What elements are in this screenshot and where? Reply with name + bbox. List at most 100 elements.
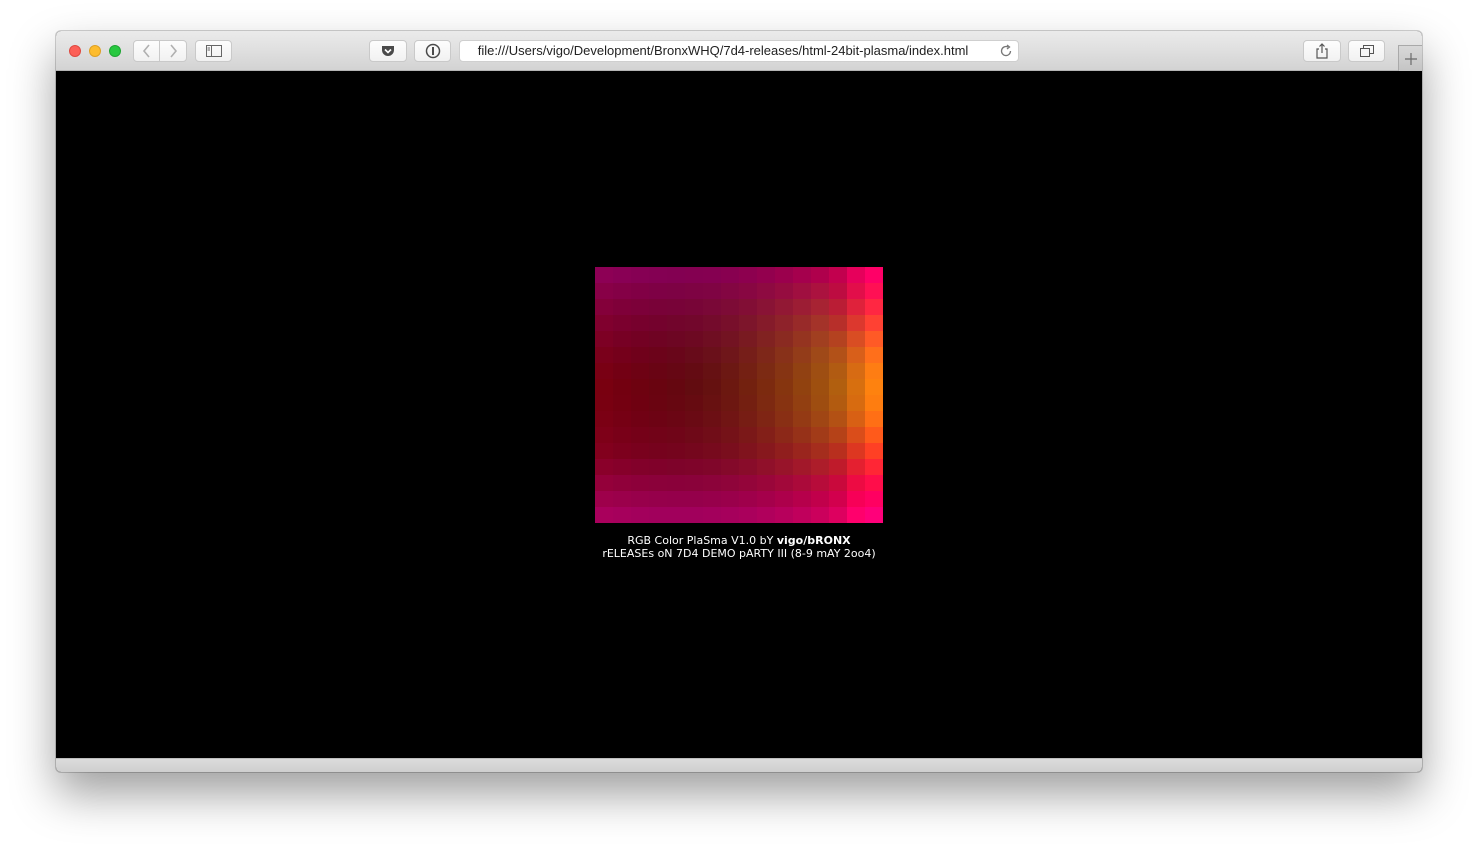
plasma-cell [613, 331, 632, 348]
plasma-cell [613, 379, 632, 396]
page-content: RGB Color PlaSma V1.0 bY vigo/bRONX rELE… [56, 71, 1422, 758]
plasma-cell [595, 267, 614, 284]
plasma-cell [829, 283, 848, 300]
plasma-cell [631, 475, 650, 492]
plasma-cell [667, 315, 686, 332]
reload-icon[interactable] [998, 43, 1014, 59]
plasma-cell [775, 363, 794, 380]
plasma-cell [775, 331, 794, 348]
plasma-cell [667, 347, 686, 364]
plasma-cell [793, 427, 812, 444]
plasma-cell [721, 443, 740, 460]
sidebar-button[interactable] [195, 40, 232, 62]
plasma-cell [811, 315, 830, 332]
plasma-cell [865, 283, 883, 300]
plasma-cell [811, 299, 830, 316]
plasma-cell [829, 363, 848, 380]
plasma-cell [667, 267, 686, 284]
chevron-right-icon [170, 44, 178, 58]
plasma-cell [865, 507, 883, 523]
plasma-cell [775, 267, 794, 284]
plasma-cell [757, 379, 776, 396]
plasma-cell [703, 443, 722, 460]
plasma-cell [703, 331, 722, 348]
plasma-cell [811, 347, 830, 364]
plasma-cell [631, 427, 650, 444]
plasma-cell [865, 475, 883, 492]
zoom-window-button[interactable] [109, 45, 121, 57]
plasma-cell [631, 443, 650, 460]
plasma-cell [865, 315, 883, 332]
plasma-cell [847, 443, 866, 460]
plasma-cell [667, 411, 686, 428]
plasma-cell [685, 283, 704, 300]
address-bar[interactable]: file:///Users/vigo/Development/BronxWHQ/… [459, 40, 1019, 62]
plasma-cell [613, 363, 632, 380]
plasma-cell [721, 459, 740, 476]
plasma-cell [631, 363, 650, 380]
plasma-cell [811, 475, 830, 492]
plasma-cell [631, 459, 650, 476]
plasma-cell [595, 443, 614, 460]
plasma-cell [829, 491, 848, 508]
plasma-cell [613, 283, 632, 300]
plasma-cell [595, 507, 614, 523]
plus-icon [1404, 52, 1417, 65]
share-button[interactable] [1303, 40, 1341, 62]
plasma-cell [757, 299, 776, 316]
plasma-cell [595, 491, 614, 508]
plasma-cell [631, 267, 650, 284]
plasma-cell [685, 491, 704, 508]
plasma-cell [703, 395, 722, 412]
pocket-button[interactable] [369, 40, 407, 62]
plasma-cell [667, 443, 686, 460]
plasma-cell [775, 395, 794, 412]
plasma-cell [847, 427, 866, 444]
plasma-cell [613, 459, 632, 476]
reader-info-button[interactable] [414, 40, 451, 62]
plasma-cell [793, 283, 812, 300]
plasma-cell [793, 347, 812, 364]
plasma-cell [757, 507, 776, 523]
plasma-cell [703, 491, 722, 508]
plasma-cell [649, 363, 668, 380]
plasma-cell [685, 459, 704, 476]
new-tab-button[interactable] [1398, 45, 1422, 71]
plasma-cell [775, 507, 794, 523]
plasma-cell [739, 427, 758, 444]
plasma-cell [865, 347, 883, 364]
plasma-cell [631, 411, 650, 428]
plasma-cell [739, 331, 758, 348]
tabs-overview-button[interactable] [1348, 40, 1385, 62]
plasma-cell [703, 315, 722, 332]
plasma-cell [865, 363, 883, 380]
plasma-cell [649, 507, 668, 523]
plasma-cell [649, 411, 668, 428]
plasma-cell [757, 395, 776, 412]
plasma-cell [703, 363, 722, 380]
plasma-cell [685, 267, 704, 284]
sidebar-icon [205, 45, 222, 57]
chevron-left-icon [142, 44, 150, 58]
plasma-cell [829, 411, 848, 428]
plasma-cell [739, 411, 758, 428]
close-window-button[interactable] [69, 45, 81, 57]
forward-button[interactable] [159, 40, 187, 62]
plasma-cell [685, 363, 704, 380]
plasma-cell [865, 299, 883, 316]
plasma-cell [847, 411, 866, 428]
plasma-cell [739, 299, 758, 316]
plasma-cell [757, 443, 776, 460]
minimize-window-button[interactable] [89, 45, 101, 57]
plasma-cell [847, 379, 866, 396]
plasma-cell [865, 411, 883, 428]
plasma-cell [721, 331, 740, 348]
plasma-cell [685, 443, 704, 460]
plasma-cell [721, 395, 740, 412]
plasma-cell [631, 283, 650, 300]
plasma-cell [613, 347, 632, 364]
plasma-cell [757, 283, 776, 300]
plasma-cell [793, 267, 812, 284]
back-button[interactable] [133, 40, 160, 62]
plasma-cell [685, 299, 704, 316]
